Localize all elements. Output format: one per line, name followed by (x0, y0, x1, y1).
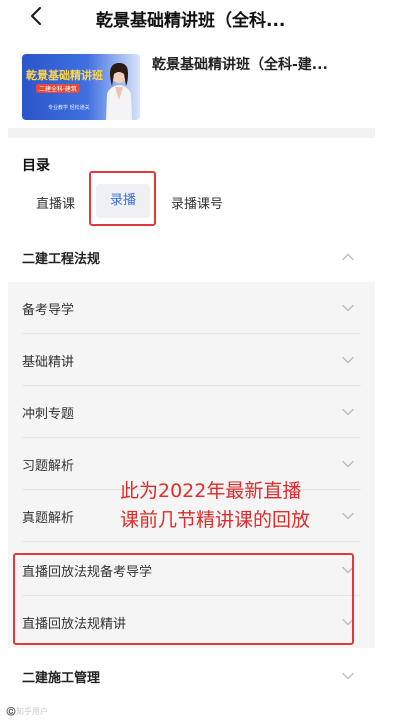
thumbnail-subtitle: 二建全科·建筑 (36, 84, 80, 93)
row-separator (22, 541, 361, 542)
list-item-label: 直播回放法规备考导学 (22, 565, 153, 580)
annotation-line-1: 此为2022年最新直播 (120, 480, 302, 502)
section-divider (8, 128, 375, 138)
top-bar: 乾景基础精讲班（全科... (0, 0, 403, 36)
tab-recorded-course-number[interactable]: 录播课号 (171, 193, 223, 212)
catalog-label: 目录 (22, 158, 50, 174)
instructor-photo (106, 63, 132, 120)
list-item[interactable]: 冲刺专题 (8, 386, 375, 438)
list-item-label: 基础精讲 (22, 355, 75, 370)
section-title: 二建工程法规 (22, 252, 101, 267)
annotation-text: 此为2022年最新直播 课前几节精讲课的回放 (120, 477, 310, 535)
list-item[interactable]: 直播回放法规备考导学 (8, 544, 375, 596)
list-item-label: 冲刺专题 (22, 407, 75, 422)
section-header-engineering-law[interactable]: 二建工程法规 (8, 232, 375, 282)
list-item[interactable]: 备考导学 (8, 282, 375, 334)
tab-recorded[interactable]: 录播 (96, 184, 150, 218)
chevron-up-icon (342, 253, 354, 261)
course-name: 乾景基础精讲班（全科-建... (152, 57, 328, 73)
thumbnail-footer: 专业教学 轻松通关 (48, 105, 90, 111)
chevron-down-icon (342, 460, 354, 468)
watermark: ©️知乎用户 (6, 707, 48, 716)
page-title: 乾景基础精讲班（全科... (96, 11, 286, 31)
list-item[interactable]: 基础精讲 (8, 334, 375, 386)
chevron-down-icon (342, 356, 354, 364)
list-item-label: 备考导学 (22, 303, 75, 318)
thumbnail-brand: 乾景基础精讲班 (26, 69, 103, 82)
section-title: 二建施工管理 (22, 671, 101, 686)
chevron-down-icon (342, 512, 354, 520)
annotation-line-2: 课前几节精讲课的回放 (120, 509, 311, 531)
course-thumbnail[interactable]: 乾景基础精讲班 二建全科·建筑 专业教学 轻松通关 (22, 54, 140, 120)
list-item-label: 直播回放法规精讲 (22, 617, 127, 632)
lesson-list: 备考导学 基础精讲 冲刺专题 习题解析 真题解析 直播回放法规备考导学 直播回放… (8, 282, 375, 648)
chevron-down-icon (342, 672, 354, 680)
chevron-down-icon (342, 566, 354, 574)
chevron-down-icon (342, 408, 354, 416)
chevron-down-icon (342, 304, 354, 312)
course-header: 乾景基础精讲班 二建全科·建筑 专业教学 轻松通关 乾景基础精讲班（全科-建..… (0, 42, 403, 128)
chevron-down-icon (342, 618, 354, 626)
list-item-label: 真题解析 (22, 511, 75, 526)
list-item[interactable]: 直播回放法规精讲 (8, 596, 375, 648)
list-item-label: 习题解析 (22, 459, 75, 474)
back-arrow-icon[interactable] (26, 5, 48, 27)
tab-live-course[interactable]: 直播课 (36, 193, 75, 212)
section-header-construction-management[interactable]: 二建施工管理 (8, 651, 375, 701)
